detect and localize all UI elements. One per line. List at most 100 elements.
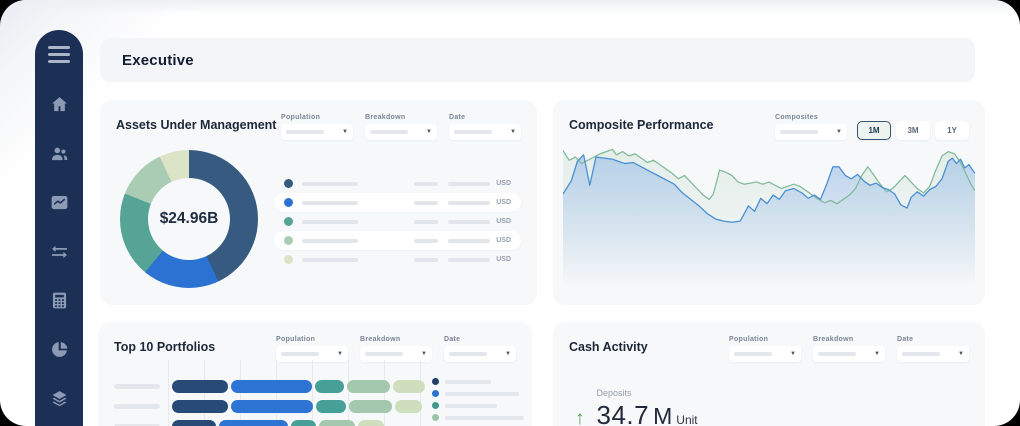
composite-controls: Composites ▼ 1M 3M 1Y <box>775 114 969 140</box>
date-select[interactable]: ▼ <box>897 346 969 362</box>
deposits-up-arrow-icon: ↑ <box>575 409 585 426</box>
aum-legend-row: USD <box>274 231 521 250</box>
legend-name-placeholder <box>302 201 358 205</box>
filter-label: Date <box>444 336 516 343</box>
select-placeholder <box>449 352 487 356</box>
legend-name-placeholder <box>445 404 497 408</box>
app-window: Executive Assets Under Management Popula… <box>0 0 1020 426</box>
calculator-icon[interactable] <box>48 289 70 311</box>
top10-card-title: Top 10 Portfolios <box>114 340 215 354</box>
breakdown-select[interactable]: ▼ <box>365 124 437 140</box>
composite-card-header: Composite Performance Composites ▼ 1M3M1… <box>569 114 969 140</box>
chevron-down-icon: ▼ <box>337 351 343 357</box>
legend-dot <box>432 414 439 421</box>
bar-segment[interactable] <box>349 400 393 413</box>
legend-name-placeholder <box>302 239 358 243</box>
composite-card-title: Composite Performance <box>569 118 713 132</box>
portfolio-label-placeholder <box>114 404 160 409</box>
top10-legend-row <box>432 390 524 397</box>
select-placeholder <box>370 130 408 134</box>
performance-icon[interactable] <box>48 191 70 213</box>
home-icon[interactable] <box>48 93 70 115</box>
filter-population: Population ▼ <box>276 336 348 362</box>
bar-segment[interactable] <box>358 420 384 426</box>
bar-segment[interactable] <box>219 420 288 426</box>
aum-filters: Population▼Breakdown▼Date▼ <box>281 114 521 140</box>
chevron-down-icon: ▼ <box>510 129 516 135</box>
deposits-value: 34.7 M Unit <box>597 400 698 426</box>
bar-segment[interactable] <box>291 420 317 426</box>
legend-value-placeholder <box>448 220 490 224</box>
clients-icon[interactable] <box>48 142 70 164</box>
deposits-number: 34.7 <box>597 400 650 426</box>
select-placeholder <box>780 130 818 134</box>
date-select[interactable]: ▼ <box>444 346 516 362</box>
legend-dot <box>432 378 439 385</box>
bar-segment[interactable] <box>316 400 345 413</box>
legend-dot <box>432 402 439 409</box>
top10-filters: Population▼Breakdown▼Date▼ <box>276 336 516 362</box>
filter-label: Population <box>729 336 801 343</box>
filter-label: Breakdown <box>365 114 437 121</box>
bar-segment[interactable] <box>172 380 228 393</box>
legend-value-placeholder <box>414 258 438 262</box>
bar-segment[interactable] <box>231 400 313 413</box>
bar-segment[interactable] <box>347 380 390 393</box>
top10-bar-chart[interactable] <box>114 380 428 426</box>
aum-legend-row: USD <box>274 193 521 212</box>
chevron-down-icon: ▼ <box>342 129 348 135</box>
population-select[interactable]: ▼ <box>729 346 801 362</box>
select-placeholder <box>902 352 940 356</box>
select-placeholder <box>734 352 772 356</box>
filter-date: Date▼ <box>897 336 969 362</box>
composites-filter-label: Composites <box>775 114 847 121</box>
top10-card-header: Top 10 Portfolios Population▼Breakdown▼D… <box>114 336 516 362</box>
range-button-1y[interactable]: 1Y <box>935 121 969 140</box>
series-blue-area <box>563 155 975 295</box>
menu-icon[interactable] <box>48 46 70 63</box>
chevron-down-icon: ▼ <box>421 351 427 357</box>
deposits-magnitude: M <box>653 403 672 426</box>
currency-label: USD <box>496 237 511 244</box>
allocation-icon[interactable] <box>48 338 70 360</box>
portfolio-bar-row <box>114 400 428 413</box>
aum-legend-row: USD <box>274 174 521 193</box>
range-button-1m[interactable]: 1M <box>857 121 891 140</box>
aum-donut-chart[interactable]: $24.96B <box>120 150 258 288</box>
bar-segment[interactable] <box>393 380 425 393</box>
chevron-down-icon: ▼ <box>836 129 842 135</box>
date-select[interactable]: ▼ <box>449 124 521 140</box>
aum-legend-row: USD <box>274 212 521 231</box>
filter-label: Population <box>276 336 348 343</box>
select-placeholder <box>454 130 492 134</box>
composite-performance-chart[interactable] <box>563 144 975 300</box>
legend-name-placeholder <box>445 416 524 420</box>
deposits-label: Deposits <box>597 388 698 398</box>
filter-population: Population▼ <box>281 114 353 140</box>
filter-breakdown: Breakdown▼ <box>813 336 885 362</box>
breakdown-select[interactable]: ▼ <box>813 346 885 362</box>
bar-segment[interactable] <box>172 400 228 413</box>
top10-legend-row <box>432 402 524 409</box>
chevron-down-icon: ▼ <box>426 129 432 135</box>
transactions-icon[interactable] <box>48 240 70 262</box>
filter-breakdown: Breakdown▼ <box>360 336 432 362</box>
select-placeholder <box>286 130 324 134</box>
bar-segment[interactable] <box>231 380 312 393</box>
legend-value-placeholder <box>448 201 490 205</box>
bar-segment[interactable] <box>319 420 355 426</box>
legend-value-placeholder <box>414 220 438 224</box>
legend-value-placeholder <box>448 258 490 262</box>
aum-card: Assets Under Management Population▼Break… <box>100 100 537 305</box>
bar-segment[interactable] <box>315 380 344 393</box>
legend-dot <box>284 255 293 264</box>
bar-segment[interactable] <box>395 400 422 413</box>
currency-label: USD <box>496 218 511 225</box>
range-button-3m[interactable]: 3M <box>896 121 930 140</box>
composites-select[interactable]: ▼ <box>775 124 847 140</box>
bar-segment[interactable] <box>172 420 216 426</box>
population-select[interactable]: ▼ <box>281 124 353 140</box>
range-button-group: 1M 3M 1Y <box>857 121 969 140</box>
layers-icon[interactable] <box>48 387 70 409</box>
legend-name-placeholder <box>302 220 358 224</box>
